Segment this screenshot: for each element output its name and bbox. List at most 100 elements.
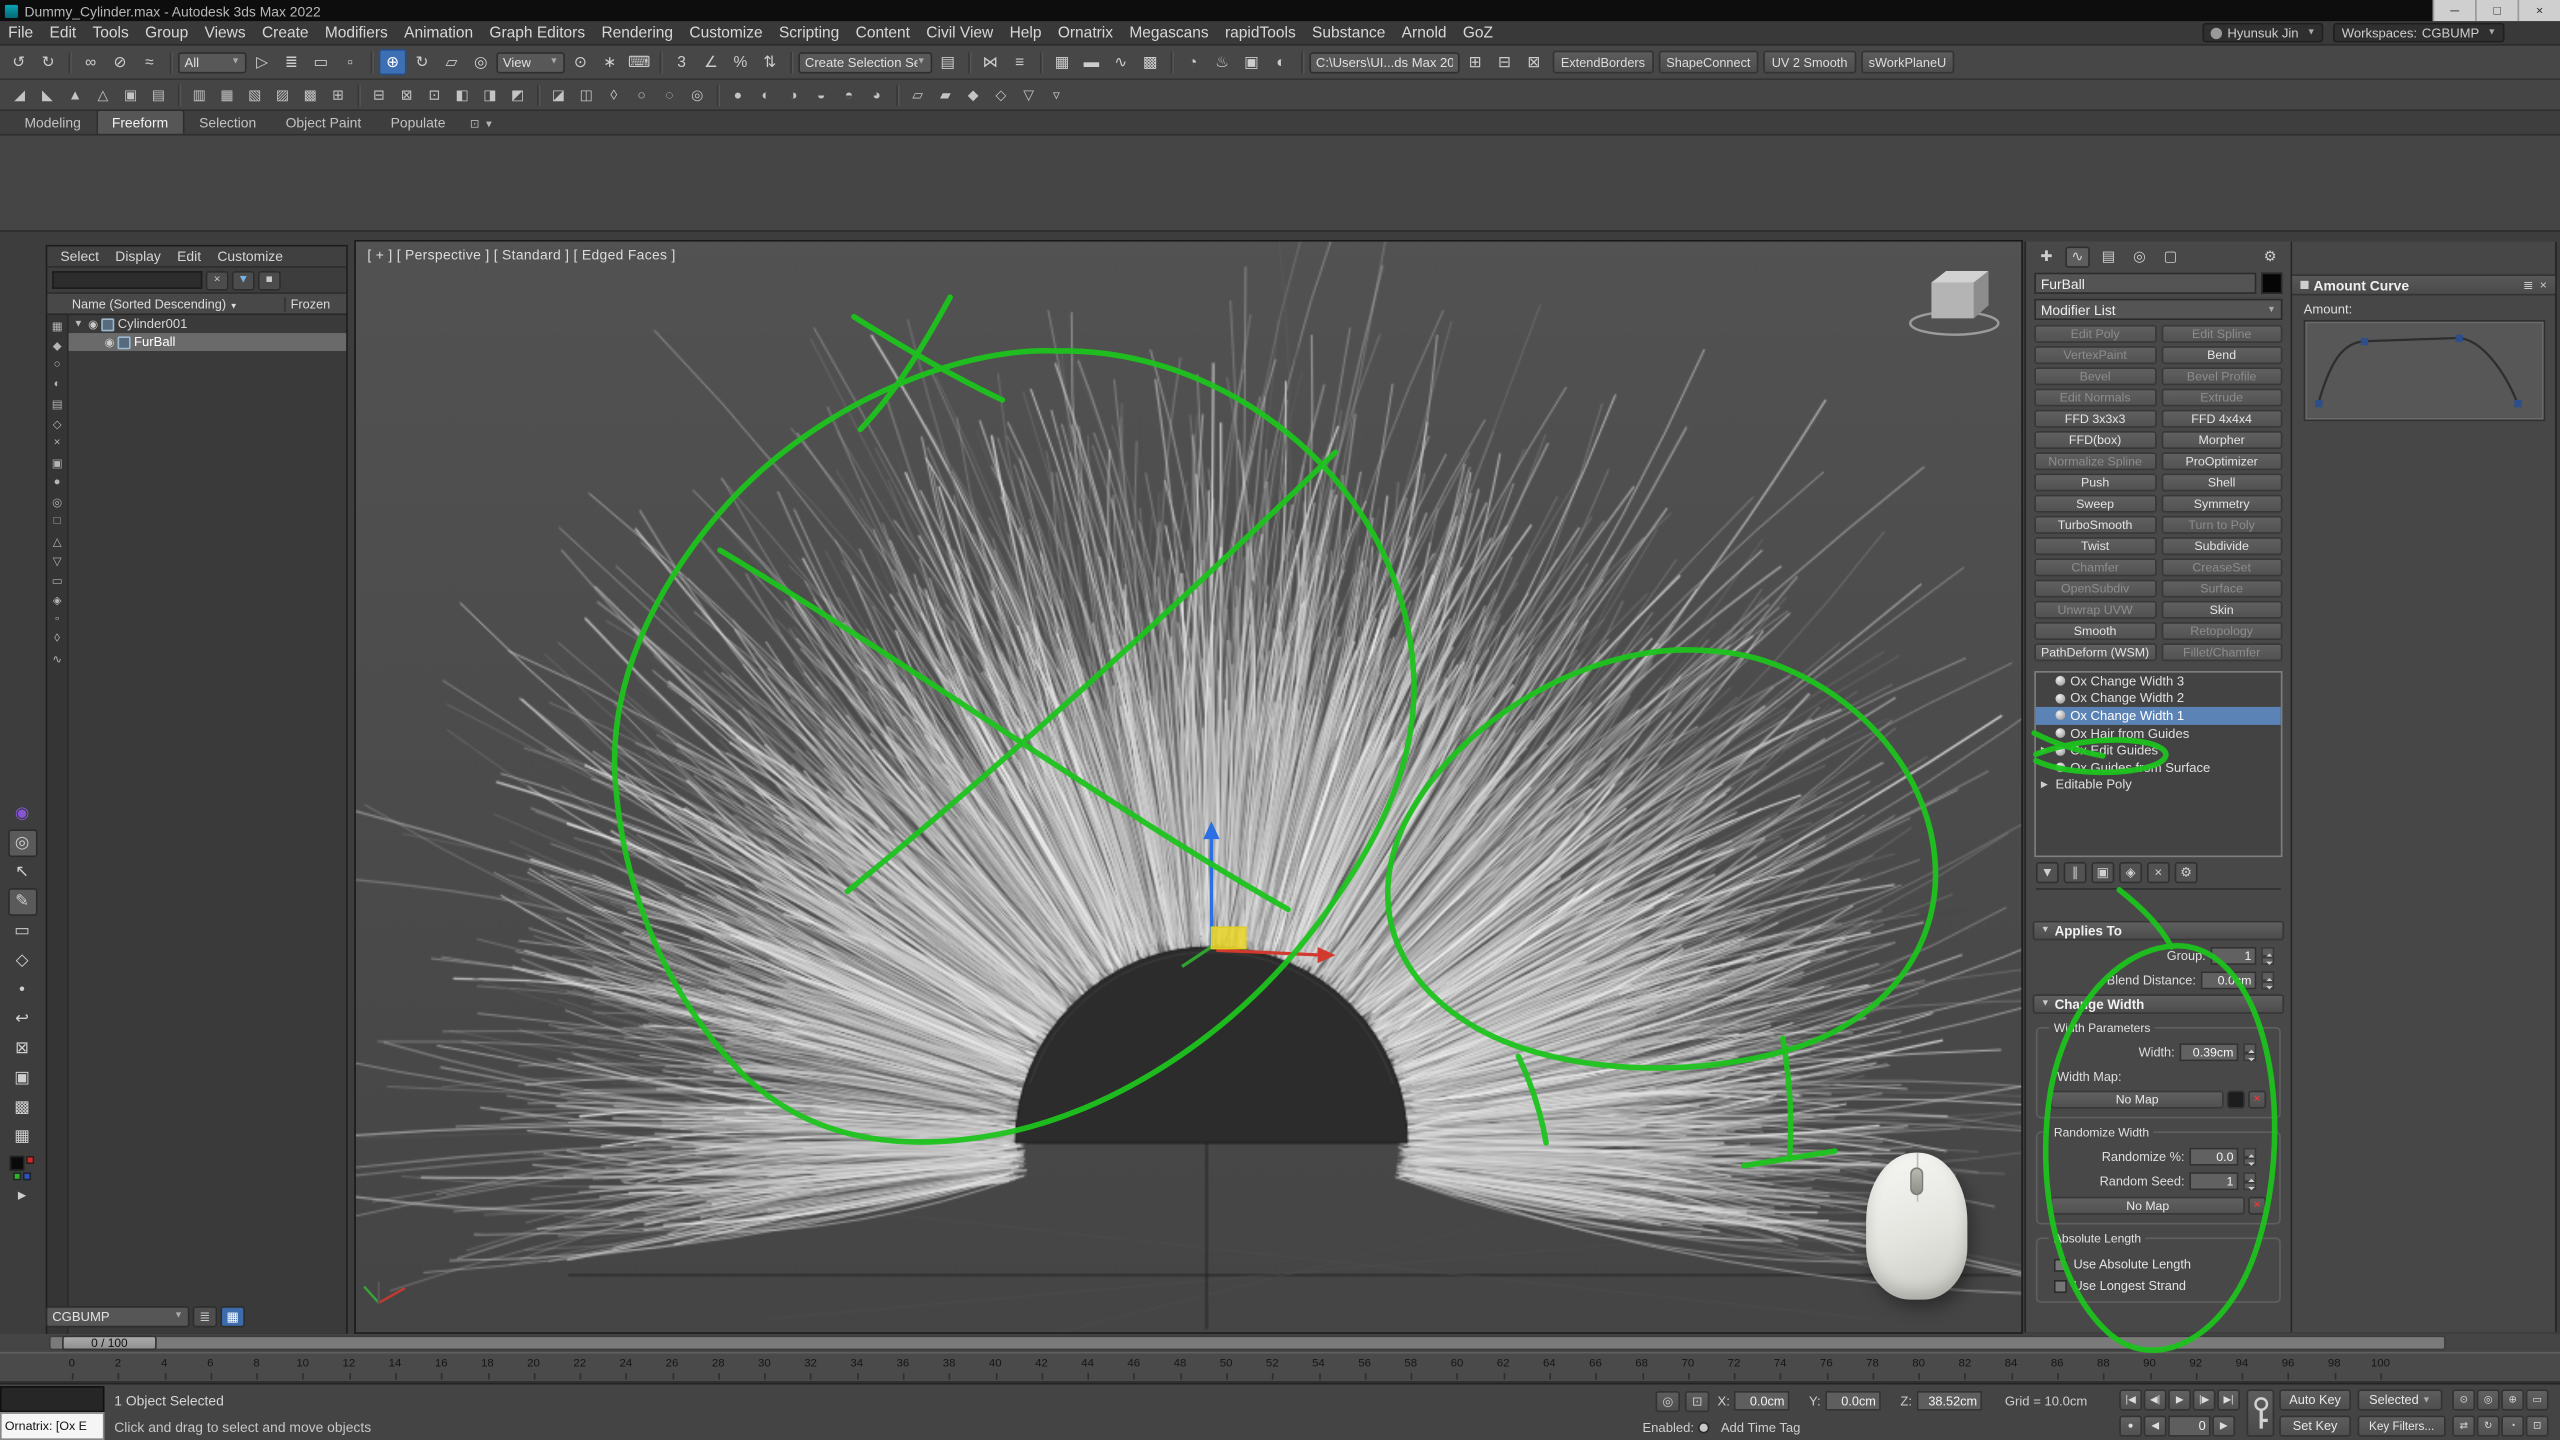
poly-tool-17-icon[interactable]: ◨ [477,83,503,106]
filter-icon[interactable]: ▼ [232,270,255,290]
maximize-icon[interactable]: □ [2475,0,2517,21]
display-tab-icon[interactable]: ▢ [2158,247,2182,268]
ribbon-tab-freeform[interactable]: Freeform [96,109,185,133]
poly-tool-3-icon[interactable]: ▲ [62,83,88,106]
column-header-name[interactable]: Name (Sorted Descending) ▼ [47,296,284,311]
make-unique-icon[interactable]: ◈ [2119,862,2142,883]
modifier-enabled-bulb-icon[interactable] [2056,711,2066,721]
maxscript-mini-listener[interactable] [0,1386,104,1412]
toolbox-expand-icon[interactable]: ▸ [7,1182,36,1210]
orbit-icon[interactable]: ↻ [2477,1416,2500,1437]
select-rotate-icon[interactable]: ↻ [408,49,436,75]
poly-tool-10-icon[interactable]: ▨ [269,83,295,106]
stack-item-ox-change-width-2[interactable]: Ox Change Width 2 [2036,690,2281,707]
poly-tool-19-icon[interactable]: ◪ [545,83,571,106]
menu-customize[interactable]: Customize [681,21,771,44]
randomize-map-button[interactable]: No Map [2051,1197,2245,1215]
ribbon-pin-icon[interactable]: ⊡ [470,118,480,131]
select-tool-icon[interactable]: ↖ [7,859,36,887]
viewcube[interactable] [1904,261,2005,339]
lock-selection-icon[interactable]: ⊡ [1685,1391,1709,1412]
stack-item-editable-poly[interactable]: ▶Editable Poly [2036,776,2281,793]
select-object-icon[interactable]: ▷ [248,49,276,75]
modifier-button-ffd-3x3x3[interactable]: FFD 3x3x3 [2034,410,2156,428]
close-icon[interactable]: × [2540,278,2547,293]
poly-tool-31-icon[interactable]: ▱ [904,83,930,106]
width-map-button[interactable]: No Map [2051,1091,2224,1109]
stack-item-ox-guides-from-surface[interactable]: Ox Guides from Surface [2036,759,2281,776]
layer-list-icon[interactable]: ≣ [193,1305,217,1326]
menu-megascans[interactable]: Megascans [1121,21,1217,44]
spinner-snap-icon[interactable]: ⇅ [756,49,784,75]
pan-icon[interactable]: ⇄ [2452,1416,2475,1437]
explorer-filter-2-icon[interactable]: ◆ [48,336,66,354]
rendered-frame-icon[interactable]: ▣ [1238,49,1266,75]
poly-tool-15-icon[interactable]: ⊡ [421,83,447,106]
poly-tool-27-icon[interactable]: ◑ [780,83,806,106]
explorer-filter-12-icon[interactable]: △ [48,532,66,550]
ribbon-toggle-icon[interactable]: ▬ [1078,49,1106,75]
set-keys-button[interactable] [2247,1389,2275,1436]
view-eye-icon[interactable]: ◎ [7,829,36,857]
perspective-viewport[interactable]: [ + ] [ Perspective ] [ Standard ] [ Edg… [356,242,2021,1333]
menu-modifiers[interactable]: Modifiers [317,21,396,44]
randomize-spinner[interactable] [2243,1148,2256,1166]
modifier-enabled-bulb-icon[interactable] [2056,746,2066,756]
select-place-icon[interactable]: ◎ [467,49,495,75]
create-tab-icon[interactable]: ✚ [2034,247,2058,268]
ribbon-tab-selection[interactable]: Selection [184,111,270,134]
poly-tool-21-icon[interactable]: ◊ [601,83,627,106]
explorer-search-input[interactable] [52,271,202,289]
poly-tool-32-icon[interactable]: ▰ [932,83,958,106]
x-coordinate-field[interactable]: 0.0cm [1734,1391,1790,1411]
modifier-button-skin[interactable]: Skin [2161,601,2283,619]
grid-view-icon[interactable]: ▦ [220,1305,244,1326]
stack-item-ox-change-width-3[interactable]: Ox Change Width 3 [2036,673,2281,690]
brush-tool-icon[interactable]: ✎ [7,888,36,916]
workspaces-dropdown[interactable]: Workspaces: CGBUMP ▼ [2334,23,2505,43]
stack-expand-icon[interactable]: ▶ [2041,746,2051,756]
trash-tool-icon[interactable]: ⊠ [7,1035,36,1063]
bind-spacewarp-icon[interactable]: ≈ [136,49,164,75]
keyboard-override-icon[interactable]: ⌨ [625,49,653,75]
menu-views[interactable]: Views [196,21,253,44]
poly-tool-29-icon[interactable]: ◓ [836,83,862,106]
poly-tool-1-icon[interactable]: ◢ [7,83,33,106]
poly-tool-8-icon[interactable]: ▦ [214,83,240,106]
previous-key-icon[interactable]: ◀| [2144,1389,2167,1410]
time-slider-thumb[interactable]: 0 / 100 [62,1336,157,1351]
use-longest-strand-checkbox[interactable] [2054,1279,2067,1292]
zoom-all-icon[interactable]: ◎ [2477,1389,2500,1410]
object-name-field[interactable]: FurBall [2034,273,2256,294]
select-manipulate-icon[interactable]: ∗ [596,49,624,75]
motion-tab-icon[interactable]: ◎ [2127,247,2151,268]
clear-randomize-map-button[interactable]: × [2248,1197,2266,1215]
poly-tool-4-icon[interactable]: △ [90,83,116,106]
diamond-tool-icon[interactable]: ◇ [7,947,36,975]
key-filters-button[interactable]: Key Filters... [2358,1416,2446,1437]
poly-tool-28-icon[interactable]: ◒ [808,83,834,106]
remove-modifier-icon[interactable]: × [2147,862,2170,883]
poly-tool-7-icon[interactable]: ▥ [186,83,212,106]
show-end-result-icon[interactable]: ▣ [2091,862,2114,883]
modifier-button-sweep[interactable]: Sweep [2034,495,2156,513]
schematic-view-icon[interactable]: ▩ [1136,49,1164,75]
zoom-icon[interactable]: ⊙ [2452,1389,2475,1410]
explorer-filter-10-icon[interactable]: ◎ [48,493,66,511]
enabled-toggle[interactable] [1698,1422,1709,1433]
explorer-filter-11-icon[interactable]: □ [48,513,66,531]
poly-tool-35-icon[interactable]: ▽ [1016,83,1042,106]
blend-distance-field[interactable]: 0.0cm [2201,971,2257,989]
menu-substance[interactable]: Substance [1304,21,1394,44]
named-selection-set-field[interactable]: Create Selection Sel▼ [798,51,932,72]
panel-menu-icon[interactable]: ≣ [2523,278,2533,293]
utilities-tab-icon[interactable]: ⚙ [2258,247,2282,268]
poly-tool-34-icon[interactable]: ◇ [988,83,1014,106]
track-bar[interactable]: 0246810121416182022242628303234363840424… [0,1352,2560,1383]
blend-distance-spinner[interactable] [2261,971,2274,989]
hierarchy-tab-icon[interactable]: ▤ [2096,247,2120,268]
path-save-icon[interactable]: ⊟ [1491,49,1519,75]
explorer-filter-9-icon[interactable]: ● [48,473,66,491]
stamp-tool-icon[interactable]: ▣ [7,1064,36,1092]
named-sets-icon[interactable]: ▤ [934,49,962,75]
